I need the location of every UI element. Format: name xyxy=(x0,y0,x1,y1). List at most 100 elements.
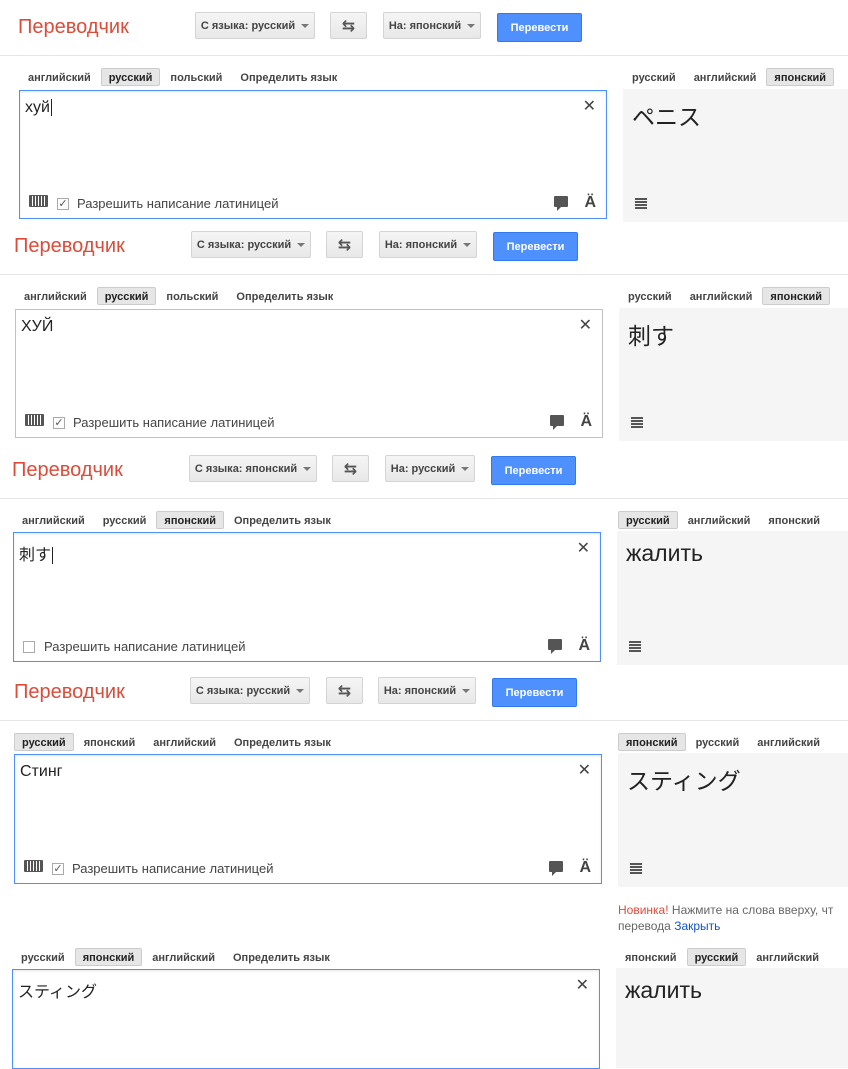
latin-checkbox-label: Разрешить написание латиницей xyxy=(77,196,279,211)
chevron-down-icon xyxy=(462,688,471,693)
source-tab[interactable]: японский xyxy=(76,733,144,751)
translate-button[interactable]: Перевести xyxy=(493,232,578,261)
close-icon[interactable]: ✕ xyxy=(583,96,596,116)
latin-checkbox-label: Разрешить написание латиницей xyxy=(44,639,246,654)
source-text: Стинг xyxy=(20,763,63,780)
keyboard-icon[interactable] xyxy=(24,860,43,872)
latin-checkbox[interactable]: ✓ xyxy=(52,863,64,875)
source-tab[interactable]: японский xyxy=(156,511,224,529)
detect-language-tab[interactable]: Определить язык xyxy=(226,733,339,751)
translation-text: жалить xyxy=(626,540,703,566)
source-text-input[interactable]: スティング ✕ xyxy=(12,969,600,1069)
latin-checkbox[interactable]: ✓ xyxy=(57,198,69,210)
close-icon[interactable]: ✕ xyxy=(579,315,592,335)
translate-button[interactable]: Перевести xyxy=(491,456,576,485)
target-tab[interactable]: японский xyxy=(618,733,686,751)
source-tab[interactable]: английский xyxy=(145,733,224,751)
detect-language-tab[interactable]: Определить язык xyxy=(226,511,339,529)
speech-bubble-icon[interactable] xyxy=(548,639,562,654)
keyboard-icon[interactable] xyxy=(29,195,48,207)
target-tab[interactable]: английский xyxy=(748,948,827,966)
source-tab[interactable]: польский xyxy=(162,68,230,86)
source-language-tabs: английский русский японский Определить я… xyxy=(14,511,339,529)
latin-checkbox[interactable]: ✓ xyxy=(53,417,65,429)
accent-icon[interactable]: Ä xyxy=(579,859,591,877)
translation-output: жалить xyxy=(617,531,848,665)
accent-icon[interactable]: Ä xyxy=(580,413,592,431)
source-tab[interactable]: японский xyxy=(74,948,143,966)
swap-languages-button[interactable]: ⇆ xyxy=(332,455,369,482)
list-icon[interactable] xyxy=(631,417,643,429)
target-tab[interactable]: английский xyxy=(682,287,761,305)
target-tab[interactable]: русский xyxy=(624,68,684,86)
source-tab[interactable]: русский xyxy=(14,733,74,751)
target-tab[interactable]: английский xyxy=(680,511,759,529)
close-icon[interactable]: ✕ xyxy=(577,538,590,558)
target-tab[interactable]: русский xyxy=(620,287,680,305)
close-notice-link[interactable]: Закрыть xyxy=(674,919,720,933)
source-language-label: С языка: японский xyxy=(194,462,298,475)
target-tab[interactable]: русский xyxy=(618,511,678,529)
target-tab[interactable]: японский xyxy=(617,948,685,966)
target-tab[interactable]: японский xyxy=(760,511,828,529)
source-text-input[interactable]: ХУЙ ✕ ✓ Разрешить написание латиницей Ä xyxy=(15,309,603,438)
source-text-input[interactable]: 刺す ✕ Разрешить написание латиницей Ä xyxy=(13,532,601,662)
close-icon[interactable]: ✕ xyxy=(578,760,591,780)
source-text-input[interactable]: хуй ✕ ✓ Разрешить написание латиницей Ä xyxy=(19,90,607,219)
source-language-dropdown[interactable]: С языка: русский xyxy=(195,12,315,39)
latin-checkbox[interactable] xyxy=(23,641,35,653)
source-tab[interactable]: английский xyxy=(20,68,99,86)
target-tab[interactable]: японский xyxy=(762,287,830,305)
divider xyxy=(0,55,848,56)
target-language-dropdown[interactable]: На: японский xyxy=(379,231,477,258)
source-tab[interactable]: английский xyxy=(16,287,95,305)
detect-language-tab[interactable]: Определить язык xyxy=(232,68,345,86)
divider xyxy=(0,498,848,499)
list-icon[interactable] xyxy=(630,863,642,875)
source-tab[interactable]: английский xyxy=(14,511,93,529)
accent-icon[interactable]: Ä xyxy=(584,194,596,212)
swap-icon: ⇆ xyxy=(337,236,352,254)
target-language-dropdown[interactable]: На: японский xyxy=(383,12,481,39)
translator-panel-4: Переводчик С языка: русский ⇆ На: японск… xyxy=(0,666,848,940)
target-tab[interactable]: русский xyxy=(688,733,748,751)
swap-languages-button[interactable]: ⇆ xyxy=(330,12,367,39)
source-tab[interactable]: английский xyxy=(144,948,223,966)
source-tab[interactable]: русский xyxy=(100,68,161,86)
source-language-label: С языка: русский xyxy=(196,238,292,251)
target-language-dropdown[interactable]: На: японский xyxy=(378,677,476,704)
source-language-dropdown[interactable]: С языка: русский xyxy=(191,231,311,258)
list-icon[interactable] xyxy=(629,641,641,653)
source-language-tabs: английский русский польский Определить я… xyxy=(16,287,341,305)
list-icon[interactable] xyxy=(635,198,647,210)
source-tab[interactable]: русский xyxy=(95,511,155,529)
target-tab[interactable]: японский xyxy=(766,68,834,86)
swap-languages-button[interactable]: ⇆ xyxy=(326,677,363,704)
source-language-dropdown[interactable]: С языка: японский xyxy=(189,455,317,482)
source-tab[interactable]: польский xyxy=(158,287,226,305)
detect-language-tab[interactable]: Определить язык xyxy=(225,948,338,966)
new-feature-notice: Новинка! Нажмите на слова вверху, чт пер… xyxy=(618,902,833,934)
chevron-down-icon xyxy=(303,466,312,471)
swap-languages-button[interactable]: ⇆ xyxy=(326,231,363,258)
keyboard-icon[interactable] xyxy=(25,414,44,426)
speech-bubble-icon[interactable] xyxy=(550,415,564,430)
speech-bubble-icon[interactable] xyxy=(554,196,568,211)
target-language-label: На: японский xyxy=(384,238,458,251)
source-tab[interactable]: русский xyxy=(96,287,157,305)
target-tab[interactable]: русский xyxy=(686,948,747,966)
source-language-dropdown[interactable]: С языка: русский xyxy=(190,677,310,704)
target-language-dropdown[interactable]: На: русский xyxy=(385,455,475,482)
speech-bubble-icon[interactable] xyxy=(549,861,563,876)
detect-language-tab[interactable]: Определить язык xyxy=(228,287,341,305)
translate-button[interactable]: Перевести xyxy=(492,678,577,707)
accent-icon[interactable]: Ä xyxy=(578,637,590,655)
target-tab[interactable]: английский xyxy=(749,733,828,751)
source-tab[interactable]: русский xyxy=(13,948,73,966)
close-icon[interactable]: ✕ xyxy=(576,975,589,995)
target-tab[interactable]: английский xyxy=(686,68,765,86)
translate-button[interactable]: Перевести xyxy=(497,13,582,42)
translation-output: жалить xyxy=(616,968,848,1068)
source-text-input[interactable]: Стинг ✕ ✓ Разрешить написание латиницей … xyxy=(14,754,602,884)
source-language-tabs: русский японский английский Определить я… xyxy=(14,733,339,751)
